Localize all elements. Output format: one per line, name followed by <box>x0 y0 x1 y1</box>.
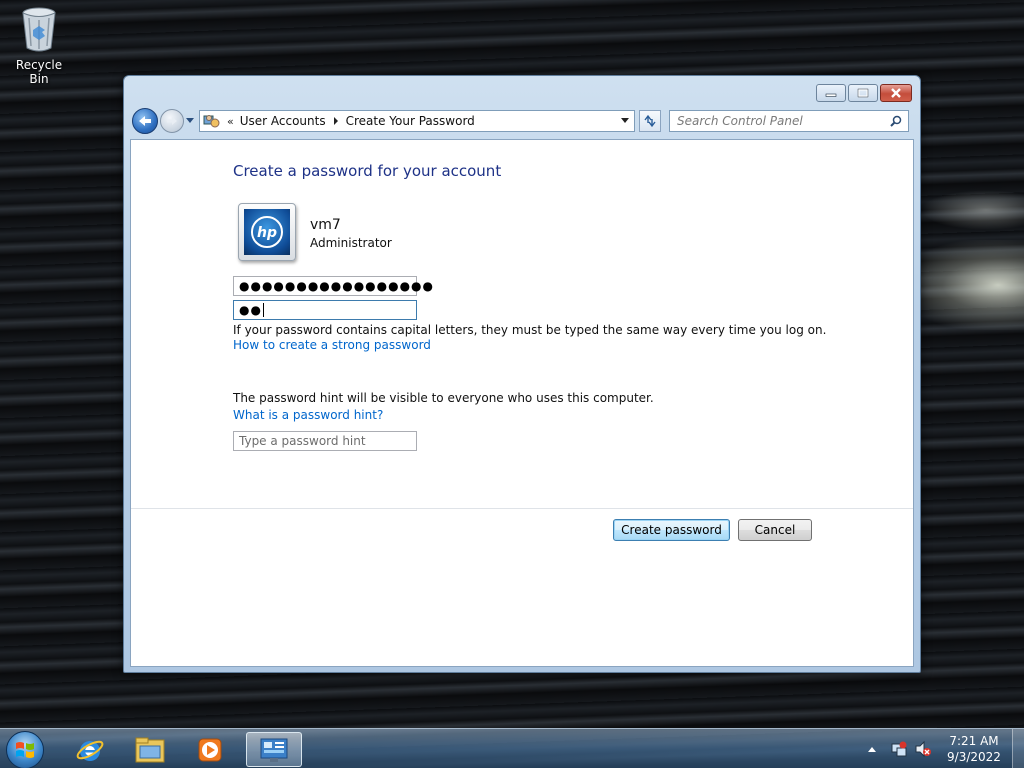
clock-date: 9/3/2022 <box>947 750 1001 764</box>
windows-explorer-icon <box>135 737 165 762</box>
hint-note: The password hint will be visible to eve… <box>233 391 654 405</box>
start-button[interactable] <box>6 731 44 768</box>
window-controls <box>816 84 912 102</box>
taskbar-internet-explorer[interactable] <box>62 732 118 767</box>
caps-note: If your password contains capital letter… <box>233 323 827 337</box>
control-panel-icon <box>260 738 288 762</box>
breadcrumb-overflow[interactable]: « <box>227 115 234 128</box>
breadcrumb-separator-icon[interactable] <box>333 117 338 125</box>
chevron-down-icon <box>186 118 194 123</box>
taskbar-control-panel[interactable] <box>246 732 302 767</box>
refresh-icon <box>644 114 656 128</box>
system-tray: 7:21 AM 9/3/2022 <box>868 729 1024 768</box>
breadcrumb-user-accounts[interactable]: User Accounts <box>240 114 326 128</box>
address-dropdown-button[interactable] <box>616 111 634 131</box>
minimize-icon <box>825 93 837 97</box>
control-panel-icon <box>203 113 221 129</box>
search-input[interactable]: Search Control Panel <box>669 110 909 132</box>
chevron-down-icon <box>621 118 629 123</box>
cancel-button[interactable]: Cancel <box>738 519 812 541</box>
new-password-field[interactable]: ●●●●●●●●●●●●●●●●● <box>233 276 433 296</box>
volume-muted-icon[interactable] <box>914 740 932 758</box>
internet-explorer-icon <box>76 740 104 761</box>
clock-time: 7:21 AM <box>949 734 999 748</box>
close-button[interactable] <box>880 84 912 102</box>
address-bar[interactable]: « User Accounts Create Your Password <box>199 110 635 132</box>
taskbar-media-player[interactable] <box>182 732 238 767</box>
forward-arrow-icon <box>167 117 177 125</box>
clock[interactable]: 7:21 AM 9/3/2022 <box>942 733 1006 765</box>
show-desktop-button[interactable] <box>1012 729 1024 768</box>
minimize-button[interactable] <box>816 84 846 102</box>
recent-pages-button[interactable] <box>185 118 195 124</box>
control-panel-window[interactable]: « User Accounts Create Your Password Sea… <box>123 75 921 673</box>
search-placeholder: Search Control Panel <box>677 114 803 128</box>
search-icon[interactable] <box>890 115 902 127</box>
desktop-icon-recycle-bin[interactable]: Recycle Bin <box>6 6 72 86</box>
back-button[interactable] <box>132 108 158 134</box>
forward-button[interactable] <box>160 109 184 133</box>
svg-text:hp: hp <box>257 225 277 241</box>
network-icon[interactable] <box>890 740 908 758</box>
password-hint-help-link[interactable]: What is a password hint? <box>233 408 383 422</box>
taskbar: 7:21 AM 9/3/2022 <box>0 728 1024 768</box>
user-name: vm7 <box>310 217 341 233</box>
refresh-button[interactable] <box>639 110 661 132</box>
text-caret <box>262 303 264 317</box>
close-icon <box>891 88 901 98</box>
page-title: Create a password for your account <box>233 162 502 180</box>
wallpaper-highlight <box>920 190 1024 230</box>
confirm-password-value: ●● <box>239 303 262 317</box>
recycle-bin-icon <box>19 6 59 52</box>
breadcrumb-create-password[interactable]: Create Your Password <box>346 114 475 128</box>
password-hint-field[interactable]: Type a password hint <box>233 431 417 451</box>
avatar: hp <box>238 203 296 261</box>
password-hint-placeholder: Type a password hint <box>239 434 366 448</box>
confirm-password-field[interactable]: ●● <box>233 300 417 320</box>
windows-logo-icon <box>16 742 34 758</box>
desktop-icon-label: Recycle Bin <box>15 58 63 86</box>
strong-password-link[interactable]: How to create a strong password <box>233 338 431 352</box>
divider <box>131 508 913 509</box>
maximize-button[interactable] <box>848 84 878 102</box>
create-password-button[interactable]: Create password <box>613 519 730 541</box>
hp-logo-icon: hp <box>244 209 290 255</box>
show-hidden-icons-button[interactable] <box>868 746 876 752</box>
content-pane: Create a password for your account hp vm… <box>130 139 914 667</box>
user-role: Administrator <box>310 236 392 250</box>
back-arrow-icon <box>139 116 151 126</box>
media-player-icon <box>198 738 222 761</box>
maximize-icon <box>857 88 869 98</box>
navigation-bar: « User Accounts Create Your Password Sea… <box>132 108 912 134</box>
taskbar-windows-explorer[interactable] <box>122 732 178 767</box>
new-password-value: ●●●●●●●●●●●●●●●●● <box>239 279 435 293</box>
